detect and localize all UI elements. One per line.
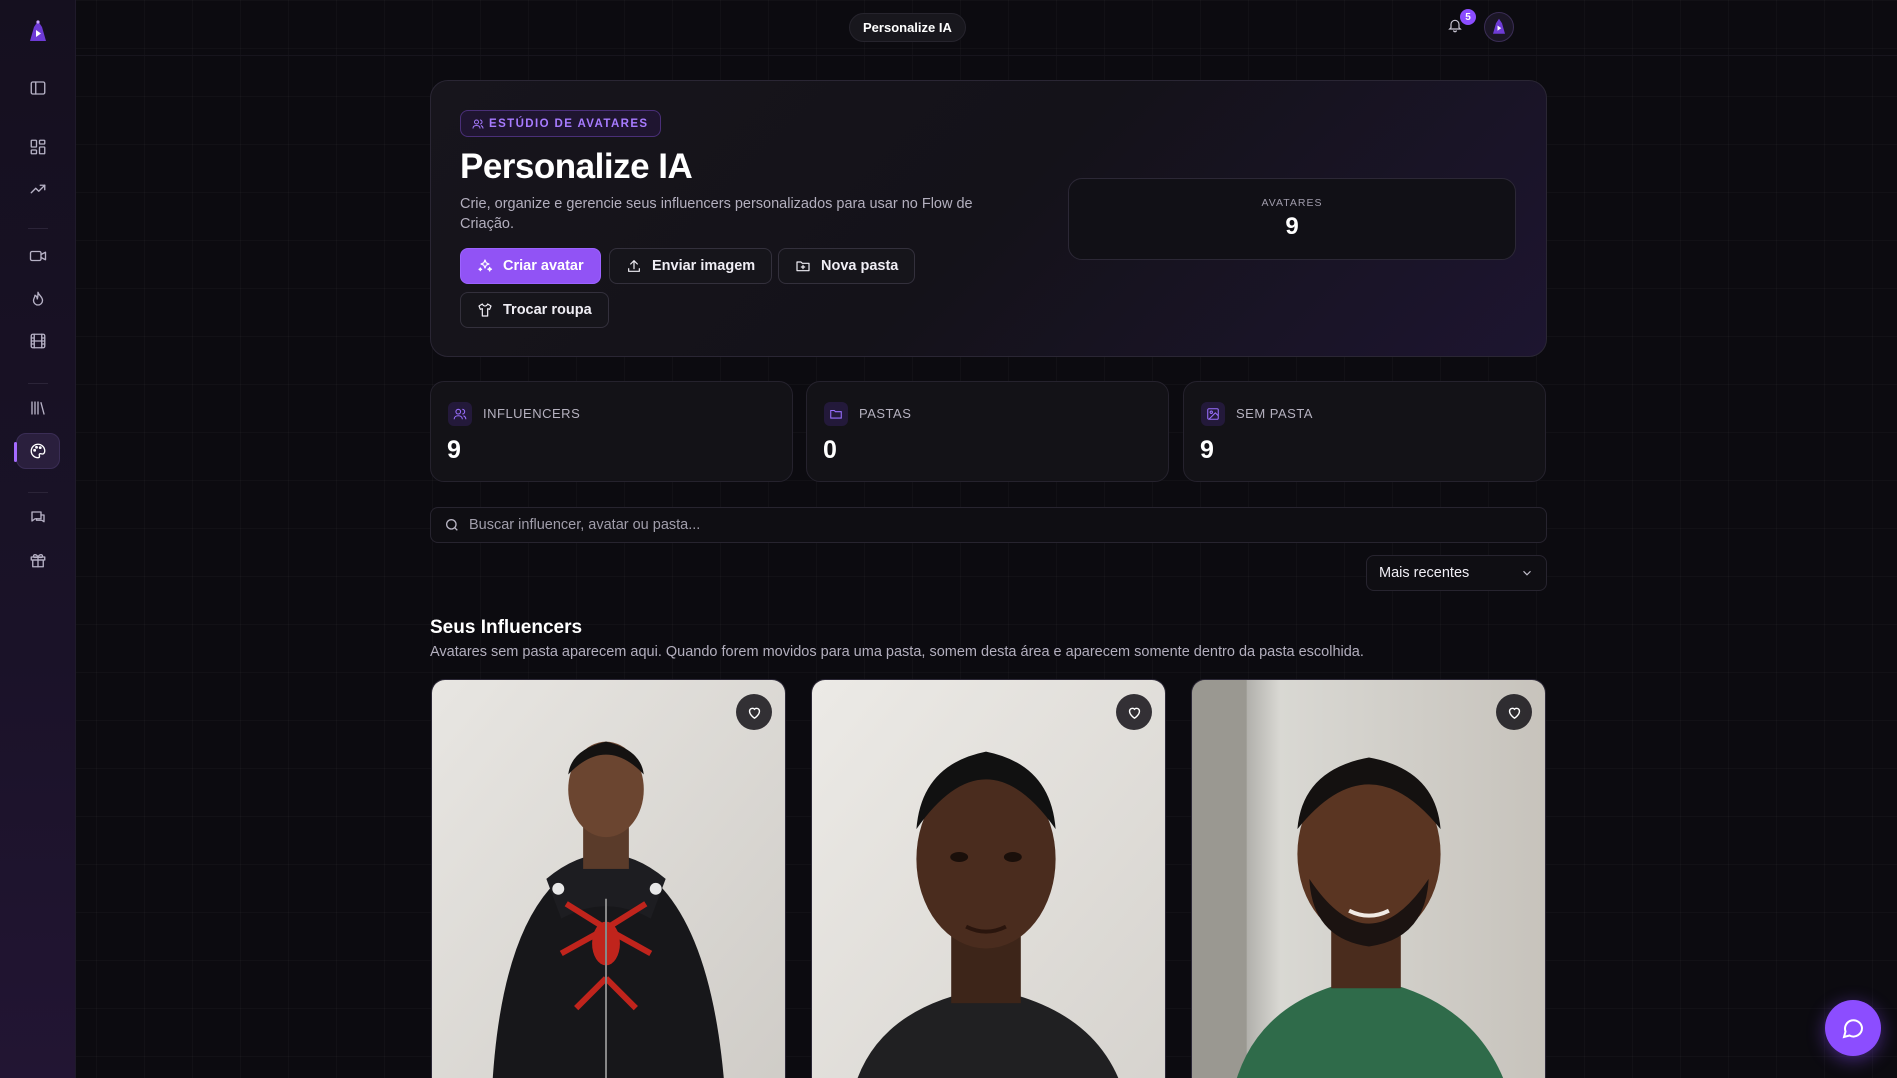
app-logo[interactable] (22, 16, 54, 48)
studio-tag: ESTÚDIO DE AVATARES (460, 110, 661, 137)
search-bar (430, 507, 1547, 543)
sort-select[interactable]: Mais recentes (1366, 555, 1547, 591)
page-description: Crie, organize e gerencie seus influence… (460, 196, 973, 232)
message-circle-icon (1842, 1019, 1864, 1039)
section-subtitle: Avatares sem pasta aparecem aqui. Quando… (430, 644, 1364, 660)
avatars-stat-label: AVATARES (1261, 197, 1323, 209)
section-title: Seus Influencers (430, 617, 583, 638)
stat-value: 0 (823, 436, 837, 464)
heart-icon (1508, 707, 1520, 719)
stat-label: INFLUENCERS (483, 406, 581, 421)
stat-value: 9 (1200, 436, 1214, 464)
notification-count-badge: 5 (1460, 9, 1476, 25)
stat-label: PASTAS (859, 406, 912, 421)
stat-card-folders: PASTAS 0 (806, 381, 1169, 482)
upload-image-button[interactable]: Enviar imagem (609, 248, 773, 284)
heart-icon (748, 707, 760, 719)
hero-panel: ESTÚDIO DE AVATARES Personalize IA Crie,… (430, 80, 1547, 357)
sidebar-divider (28, 228, 48, 229)
users-icon (472, 119, 484, 129)
sidebar (0, 0, 76, 1078)
influencer-card[interactable] (1191, 679, 1546, 1078)
users-icon (448, 402, 472, 426)
sort-selected-value: Mais recentes (1379, 565, 1470, 581)
sidebar-item-flame[interactable] (16, 281, 60, 317)
sidebar-divider (28, 383, 48, 384)
topbar (76, 0, 1897, 56)
shirt-icon (478, 303, 492, 317)
change-outfit-button[interactable]: Trocar roupa (460, 292, 609, 328)
create-avatar-button[interactable]: Criar avatar (460, 248, 601, 284)
sidebar-divider (28, 492, 48, 493)
stat-value: 9 (447, 436, 461, 464)
new-folder-button[interactable]: Nova pasta (778, 248, 916, 284)
page-title-pill: Personalize IA (849, 13, 966, 42)
folder-plus-icon (796, 261, 810, 272)
page-title: Personalize IA (460, 147, 693, 186)
sidebar-item-dashboard[interactable] (16, 129, 60, 165)
sidebar-item-gift[interactable] (16, 542, 60, 578)
image-icon (1201, 402, 1225, 426)
avatars-stat: AVATARES 9 (1068, 178, 1516, 260)
favorite-button[interactable] (1116, 694, 1152, 730)
sparkles-icon (478, 259, 493, 272)
influencer-photo (432, 680, 785, 1078)
influencer-photo (1192, 680, 1545, 1078)
avatars-stat-value: 9 (1285, 213, 1299, 240)
influencer-photo (812, 680, 1165, 1078)
create-avatar-label: Criar avatar (503, 258, 584, 274)
search-input[interactable] (469, 508, 1546, 542)
user-avatar[interactable] (1484, 12, 1514, 42)
favorite-button[interactable] (1496, 694, 1532, 730)
new-folder-label: Nova pasta (821, 258, 899, 274)
favorite-button[interactable] (736, 694, 772, 730)
upload-icon (628, 260, 640, 272)
stat-card-influencers: INFLUENCERS 9 (430, 381, 793, 482)
influencer-card[interactable] (431, 679, 786, 1078)
sidebar-item-trends[interactable] (16, 171, 60, 207)
influencer-card[interactable] (811, 679, 1166, 1078)
stat-card-no-folder: SEM PASTA 9 (1183, 381, 1546, 482)
heart-icon (1128, 707, 1140, 719)
sidebar-toggle-icon[interactable] (16, 70, 60, 106)
change-outfit-label: Trocar roupa (503, 302, 592, 318)
upload-image-label: Enviar imagem (652, 258, 756, 274)
chat-button[interactable] (1825, 1000, 1881, 1056)
stat-label: SEM PASTA (1236, 406, 1313, 421)
chevron-down-icon (1523, 570, 1531, 576)
sidebar-item-messages[interactable] (16, 500, 60, 536)
search-icon (446, 519, 458, 531)
sidebar-item-film[interactable] (16, 323, 60, 359)
sidebar-item-video[interactable] (16, 238, 60, 274)
folder-icon (824, 402, 848, 426)
sidebar-item-library[interactable] (16, 390, 60, 426)
studio-tag-label: ESTÚDIO DE AVATARES (489, 117, 649, 130)
sidebar-item-personalize[interactable] (14, 433, 60, 469)
